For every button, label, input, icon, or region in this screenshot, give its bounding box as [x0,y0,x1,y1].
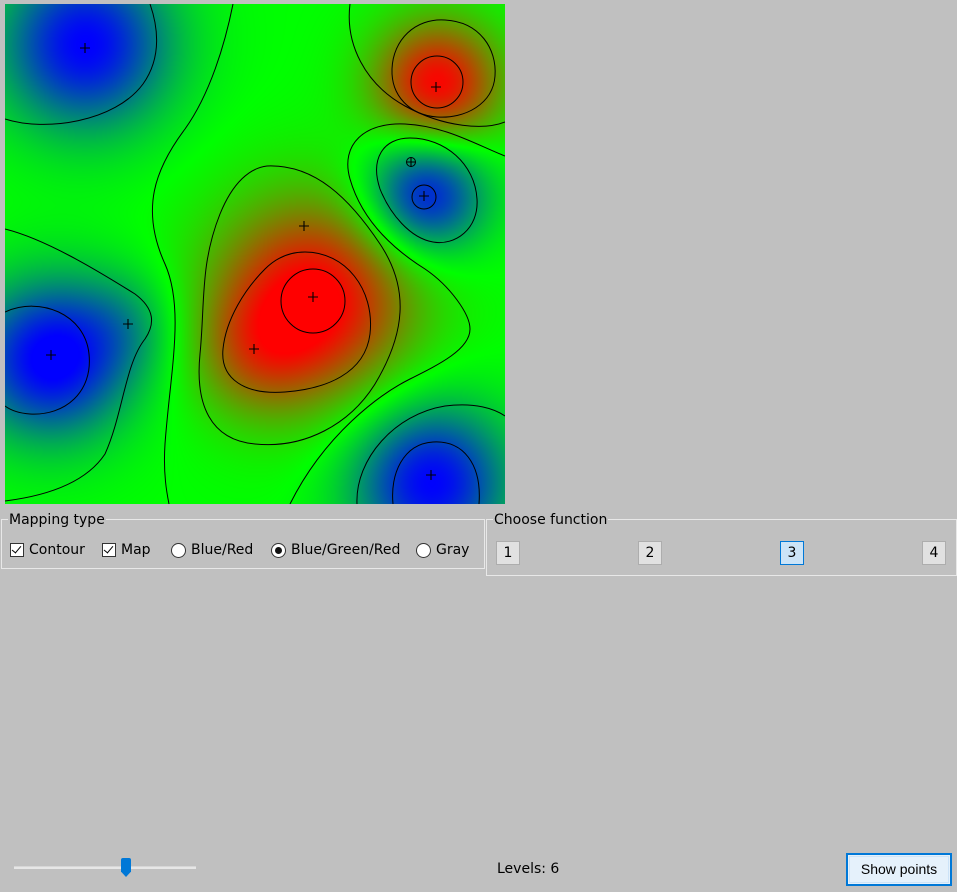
contour-line [391,19,496,118]
levels-slider-track[interactable] [14,866,196,869]
data-point-marker [308,292,318,302]
blue-red-radio-circle[interactable] [171,542,186,558]
contour-map-plot [5,4,505,504]
contour-line [5,228,153,502]
contour-line [392,441,480,504]
contour-line [356,404,505,504]
blue-red-radio[interactable]: Blue/Red [171,541,253,559]
data-point-marker [249,344,259,354]
map-checkbox-box[interactable] [102,543,116,557]
gray-radio-label: Gray [436,542,470,558]
data-point-marker [419,191,429,201]
contour-checkbox-box[interactable] [10,543,24,557]
levels-slider-thumb[interactable] [121,858,131,877]
map-checkbox[interactable]: Map [102,541,151,559]
contour-line [198,165,401,446]
blue-green-red-radio-circle[interactable] [271,542,286,558]
contour-overlay [5,4,505,504]
gray-radio[interactable]: Gray [416,541,469,559]
contour-checkbox-label: Contour [29,542,85,558]
map-checkbox-label: Map [121,542,151,558]
function-3-button[interactable]: 3 [780,541,804,565]
function-2-button[interactable]: 2 [638,541,662,565]
blue-green-red-radio[interactable]: Blue/Green/Red [271,541,400,559]
contour-checkbox[interactable]: Contour [10,541,85,559]
gray-radio-circle[interactable] [416,542,431,558]
contour-line [5,305,90,415]
contour-line [376,137,478,244]
function-1-button[interactable]: 1 [496,541,520,565]
data-point-marker [123,319,133,329]
contour-line [289,123,505,504]
data-point-marker [431,82,441,92]
contour-line [410,55,464,109]
data-point-marker [299,221,309,231]
data-point-marker [426,470,436,480]
blue-red-radio-label: Blue/Red [191,542,254,558]
function-4-button[interactable]: 4 [922,541,946,565]
choose-function-title: Choose function [493,512,609,528]
data-point-marker [46,350,56,360]
show-points-button[interactable]: Show points [846,853,952,886]
mapping-type-title: Mapping type [8,512,106,528]
levels-label: Levels: 6 [497,861,560,877]
data-points [46,43,441,480]
contour-line [151,4,234,504]
contour-line [348,4,505,127]
contour-line [5,4,158,125]
show-points-label: Show points [849,856,949,883]
blue-green-red-radio-label: Blue/Green/Red [291,542,401,558]
data-point-marker [80,43,90,53]
